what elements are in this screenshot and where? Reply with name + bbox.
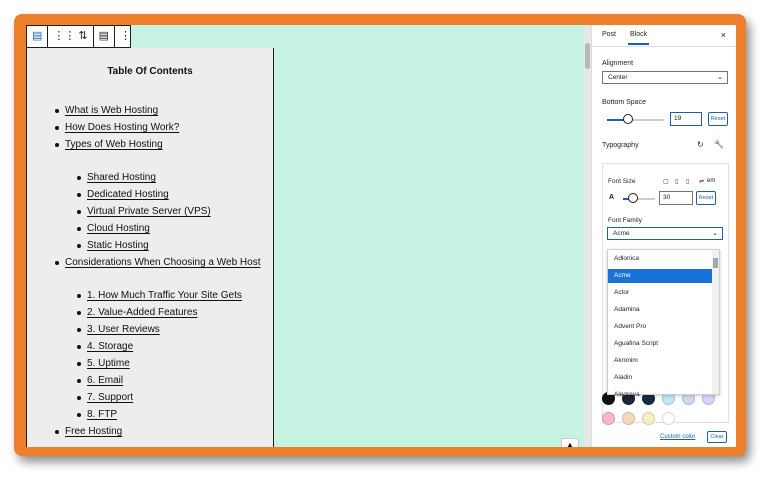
- toc-link[interactable]: Types of Web Hosting: [55, 139, 163, 150]
- more-group: ⋮: [115, 26, 136, 47]
- alignment-label: Alignment: [602, 60, 634, 67]
- font-option[interactable]: Aladin: [608, 371, 712, 385]
- tablet-icon[interactable]: ▯: [675, 178, 678, 185]
- toc-link[interactable]: 7. Support: [76, 392, 133, 403]
- font-family-label: Font Family: [608, 217, 642, 224]
- toc-link[interactable]: Shared Hosting: [77, 172, 156, 183]
- color-swatch[interactable]: [622, 412, 635, 425]
- font-size-slider-thumb[interactable]: [628, 193, 638, 203]
- toc-link[interactable]: Free Hosting: [54, 426, 122, 437]
- table-of-contents-icon[interactable]: ▤: [32, 31, 42, 42]
- font-option[interactable]: Adamina: [608, 303, 712, 317]
- dropdown-scroll-thumb[interactable]: [713, 258, 718, 268]
- toc-link[interactable]: 8. FTP: [76, 409, 117, 420]
- typography-label: Typography: [602, 142, 639, 149]
- font-option[interactable]: Actor: [608, 286, 712, 300]
- block-toolbar: ▤ ⋮⋮ ⇅ ▤ ⋮: [26, 25, 131, 48]
- custom-color-link[interactable]: Custom color: [660, 434, 695, 440]
- tab-post[interactable]: Post: [602, 31, 616, 38]
- table-of-contents-block[interactable]: Table Of Contents What is Web Hosting How…: [26, 48, 274, 447]
- scroll-to-top-button[interactable]: ▲: [561, 438, 579, 447]
- font-size-reset-button[interactable]: Reset: [696, 191, 716, 205]
- sidebar-tabs: Post Block ×: [592, 25, 736, 47]
- alignment-select[interactable]: Center ⌄: [602, 71, 728, 84]
- toc-link[interactable]: Cloud Hosting: [77, 223, 150, 234]
- toc-link[interactable]: Considerations When Choosing a Web Host: [54, 257, 260, 268]
- font-size-slider-rest: [635, 198, 655, 200]
- font-size-label: Font Size: [608, 178, 636, 185]
- reset-typography-icon[interactable]: ↻: [697, 140, 704, 149]
- toc-list: What is Web Hosting How Does Hosting Work…: [27, 48, 273, 447]
- color-swatch[interactable]: [602, 412, 615, 425]
- toc-link[interactable]: 5. Uptime: [77, 358, 130, 369]
- font-family-select[interactable]: Acme ⌄: [607, 227, 723, 240]
- font-size-input[interactable]: 30: [659, 191, 693, 205]
- font-size-icon: A: [609, 194, 615, 201]
- font-option[interactable]: Advent Pro: [608, 320, 712, 334]
- bottom-space-reset-button[interactable]: Reset: [708, 112, 728, 126]
- toc-link[interactable]: 4. Storage: [76, 341, 133, 352]
- move-group: ⋮⋮ ⇅: [48, 26, 94, 47]
- font-option[interactable]: Aguafina Script: [608, 337, 712, 351]
- toc-link[interactable]: How Does Hosting Work?: [54, 122, 179, 133]
- move-up-down-icon[interactable]: ⇅: [78, 31, 87, 42]
- dropdown-scrollbar[interactable]: [712, 250, 719, 394]
- editor-scrollbar[interactable]: [584, 25, 591, 447]
- font-family-value: Acme: [613, 230, 630, 237]
- drag-handle-icon[interactable]: ⋮⋮: [53, 31, 75, 42]
- mobile-icon[interactable]: ▯: [686, 178, 689, 185]
- units-icon[interactable]: ⇌: [699, 178, 704, 185]
- font-option[interactable]: Acme: [608, 269, 712, 283]
- toc-link[interactable]: Dedicated Hosting: [77, 189, 169, 200]
- font-option[interactable]: Adlonica: [608, 252, 712, 266]
- toc-link[interactable]: 6. Email: [76, 375, 123, 386]
- font-option[interactable]: Akronim: [608, 354, 712, 368]
- chevron-down-icon: ⌄: [712, 230, 718, 237]
- font-family-dropdown: Adlonica Acme Actor Adamina Advent Pro Aguafi…: [607, 249, 720, 398]
- editor-scroll-thumb[interactable]: [585, 43, 590, 69]
- bottom-space-label: Bottom Space: [602, 99, 646, 106]
- color-swatch[interactable]: [642, 412, 655, 425]
- toc-link[interactable]: 2. Value-Added Features: [76, 307, 197, 318]
- toc-link[interactable]: 1. How Much Traffic Your Site Gets: [77, 290, 242, 301]
- desktop-icon[interactable]: ▢: [663, 178, 669, 185]
- toc-link[interactable]: Virtual Private Server (VPS): [77, 206, 211, 217]
- alignment-value: Center: [608, 74, 628, 81]
- tab-block[interactable]: Block: [627, 31, 650, 45]
- toc-link[interactable]: What is Web Hosting: [54, 105, 158, 116]
- font-option[interactable]: Alegreya: [608, 388, 712, 402]
- toc-link[interactable]: Static Hosting: [77, 240, 149, 251]
- editor-screen: ▤ ⋮⋮ ⇅ ▤ ⋮ Table Of Contents What is Web…: [26, 25, 736, 447]
- chevron-down-icon: ⌄: [717, 74, 723, 81]
- units-label: em: [707, 178, 716, 184]
- color-swatch[interactable]: [662, 412, 675, 425]
- align-group: ▤: [94, 26, 116, 47]
- block-type-group: ▤: [27, 26, 49, 47]
- bottom-space-input[interactable]: 19: [670, 112, 702, 126]
- wrench-icon[interactable]: 🔧: [714, 140, 724, 149]
- more-options-icon[interactable]: ⋮: [120, 31, 131, 42]
- slider-thumb[interactable]: [623, 114, 633, 124]
- clear-color-button[interactable]: Clear: [707, 431, 727, 443]
- align-icon[interactable]: ▤: [99, 31, 109, 42]
- toc-link[interactable]: 3. User Reviews: [77, 324, 160, 335]
- close-icon[interactable]: ×: [721, 30, 726, 40]
